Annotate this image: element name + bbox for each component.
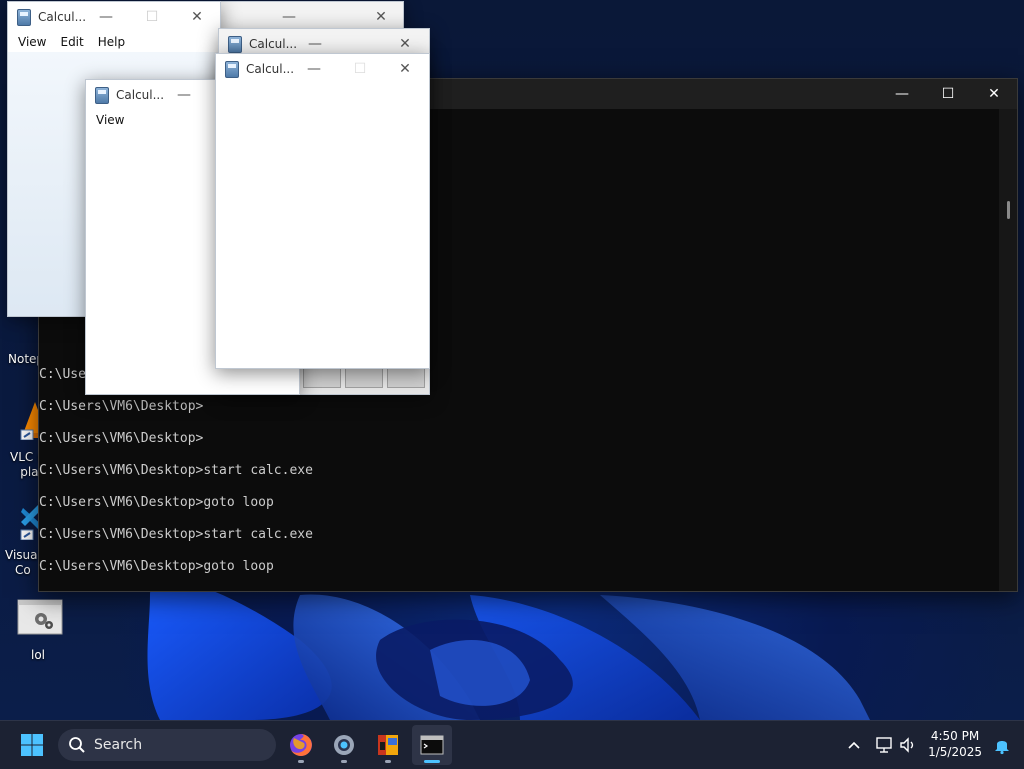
calculator-minimize-button[interactable]: — — [301, 33, 329, 55]
calculator-titlebar[interactable]: — ✕ — [221, 2, 403, 30]
calculator-body — [216, 84, 429, 368]
terminal-maximize-button[interactable]: ☐ — [925, 79, 971, 109]
calculator-maximize-button[interactable]: ☐ — [138, 6, 166, 28]
notifications-button[interactable] — [992, 735, 1012, 755]
calculator-close-button[interactable]: ✕ — [391, 58, 419, 80]
search-box[interactable]: Search — [58, 729, 276, 761]
calculator-key[interactable] — [303, 366, 341, 388]
menu-help[interactable]: Help — [91, 32, 132, 52]
calculator-menubar: View Edit Help — [8, 32, 220, 52]
menu-edit[interactable]: Edit — [53, 32, 90, 52]
terminal-line: C:\Users\VM6\Desktop> — [39, 431, 204, 446]
photo-app-icon — [378, 735, 398, 755]
desktop-icon-label: lol — [31, 648, 46, 662]
scrollbar-thumb[interactable] — [1007, 201, 1010, 219]
firefox-icon — [290, 734, 312, 756]
taskbar-firefox[interactable] — [281, 725, 321, 765]
clock-time: 4:50 PM — [930, 729, 980, 743]
calculator-icon — [228, 36, 242, 53]
calculator-window[interactable]: Calcul... — ☐ ✕ — [215, 53, 430, 369]
speaker-icon — [900, 737, 914, 753]
calculator-key[interactable] — [387, 366, 425, 388]
terminal-close-button[interactable]: ✕ — [971, 79, 1017, 109]
running-indicator — [298, 760, 304, 763]
network-button[interactable] — [874, 735, 894, 755]
terminal-minimize-button[interactable]: — — [879, 79, 925, 109]
calculator-titlebar[interactable]: Calcul... — ☐ ✕ — [8, 2, 220, 32]
terminal-line: C:\Users\VM6\Desktop>goto loop — [39, 495, 274, 510]
running-indicator — [385, 760, 391, 763]
terminal-line: C:\Users\VM6\Desktop> — [39, 399, 204, 414]
volume-button[interactable] — [898, 735, 918, 755]
desktop-icon-lol[interactable]: lol — [9, 598, 69, 662]
calculator-close-button[interactable]: ✕ — [367, 6, 395, 28]
terminal-line: C:\Users\VM6\Desktop>start calc.exe — [39, 463, 313, 478]
calculator-minimize-button[interactable]: — — [300, 58, 328, 80]
calculator-title: Calcul... — [249, 37, 298, 51]
calculator-title: Calcul... — [38, 10, 87, 24]
start-button[interactable] — [12, 725, 52, 765]
menu-view[interactable]: View — [11, 32, 53, 52]
search-icon — [69, 737, 85, 753]
chevron-up-icon — [848, 741, 860, 749]
taskbar-settings[interactable] — [324, 725, 364, 765]
calculator-title: Calcul... — [246, 62, 295, 76]
calculator-window[interactable]: — ✕ — [220, 1, 404, 31]
terminal-scrollbar[interactable] — [999, 109, 1017, 591]
desktop-icon-label: Visual Co — [5, 548, 41, 577]
taskbar: Search 4:50 PM 1/5/2025 — [0, 720, 1024, 769]
network-icon — [876, 737, 892, 753]
calculator-close-button[interactable]: ✕ — [183, 6, 211, 28]
clock[interactable]: 4:50 PM 1/5/2025 — [928, 728, 982, 760]
calculator-key[interactable] — [345, 366, 383, 388]
search-label: Search — [94, 737, 143, 753]
calculator-minimize-button[interactable]: — — [275, 6, 303, 28]
taskbar-terminal[interactable] — [412, 725, 452, 765]
menu-view[interactable]: View — [89, 110, 131, 130]
show-hidden-icons-button[interactable] — [844, 735, 864, 755]
bell-icon — [995, 741, 1009, 755]
clock-date: 1/5/2025 — [928, 745, 982, 759]
calculator-minimize-button[interactable]: — — [92, 6, 120, 28]
settings-gear-icon — [334, 735, 354, 755]
terminal-icon — [420, 735, 444, 755]
calculator-close-button[interactable]: ✕ — [391, 33, 419, 55]
calculator-titlebar[interactable]: Calcul... — ☐ ✕ — [216, 54, 429, 84]
taskbar-file-explorer[interactable] — [368, 725, 408, 765]
windows-logo-icon — [21, 734, 43, 756]
calculator-title: Calcul... — [116, 88, 165, 102]
gear-file-icon — [16, 598, 63, 635]
calculator-minimize-button[interactable]: — — [170, 84, 198, 106]
running-indicator — [341, 760, 347, 763]
calculator-icon — [95, 87, 109, 104]
terminal-line: C:\Users\VM6\Desktop>goto loop — [39, 559, 274, 574]
calculator-maximize-button[interactable]: ☐ — [346, 58, 374, 80]
calculator-icon — [225, 61, 239, 78]
terminal-line: C:\Users\VM6\Desktop>start calc.exe — [39, 527, 313, 542]
running-indicator — [424, 760, 440, 763]
calculator-icon — [17, 9, 31, 26]
